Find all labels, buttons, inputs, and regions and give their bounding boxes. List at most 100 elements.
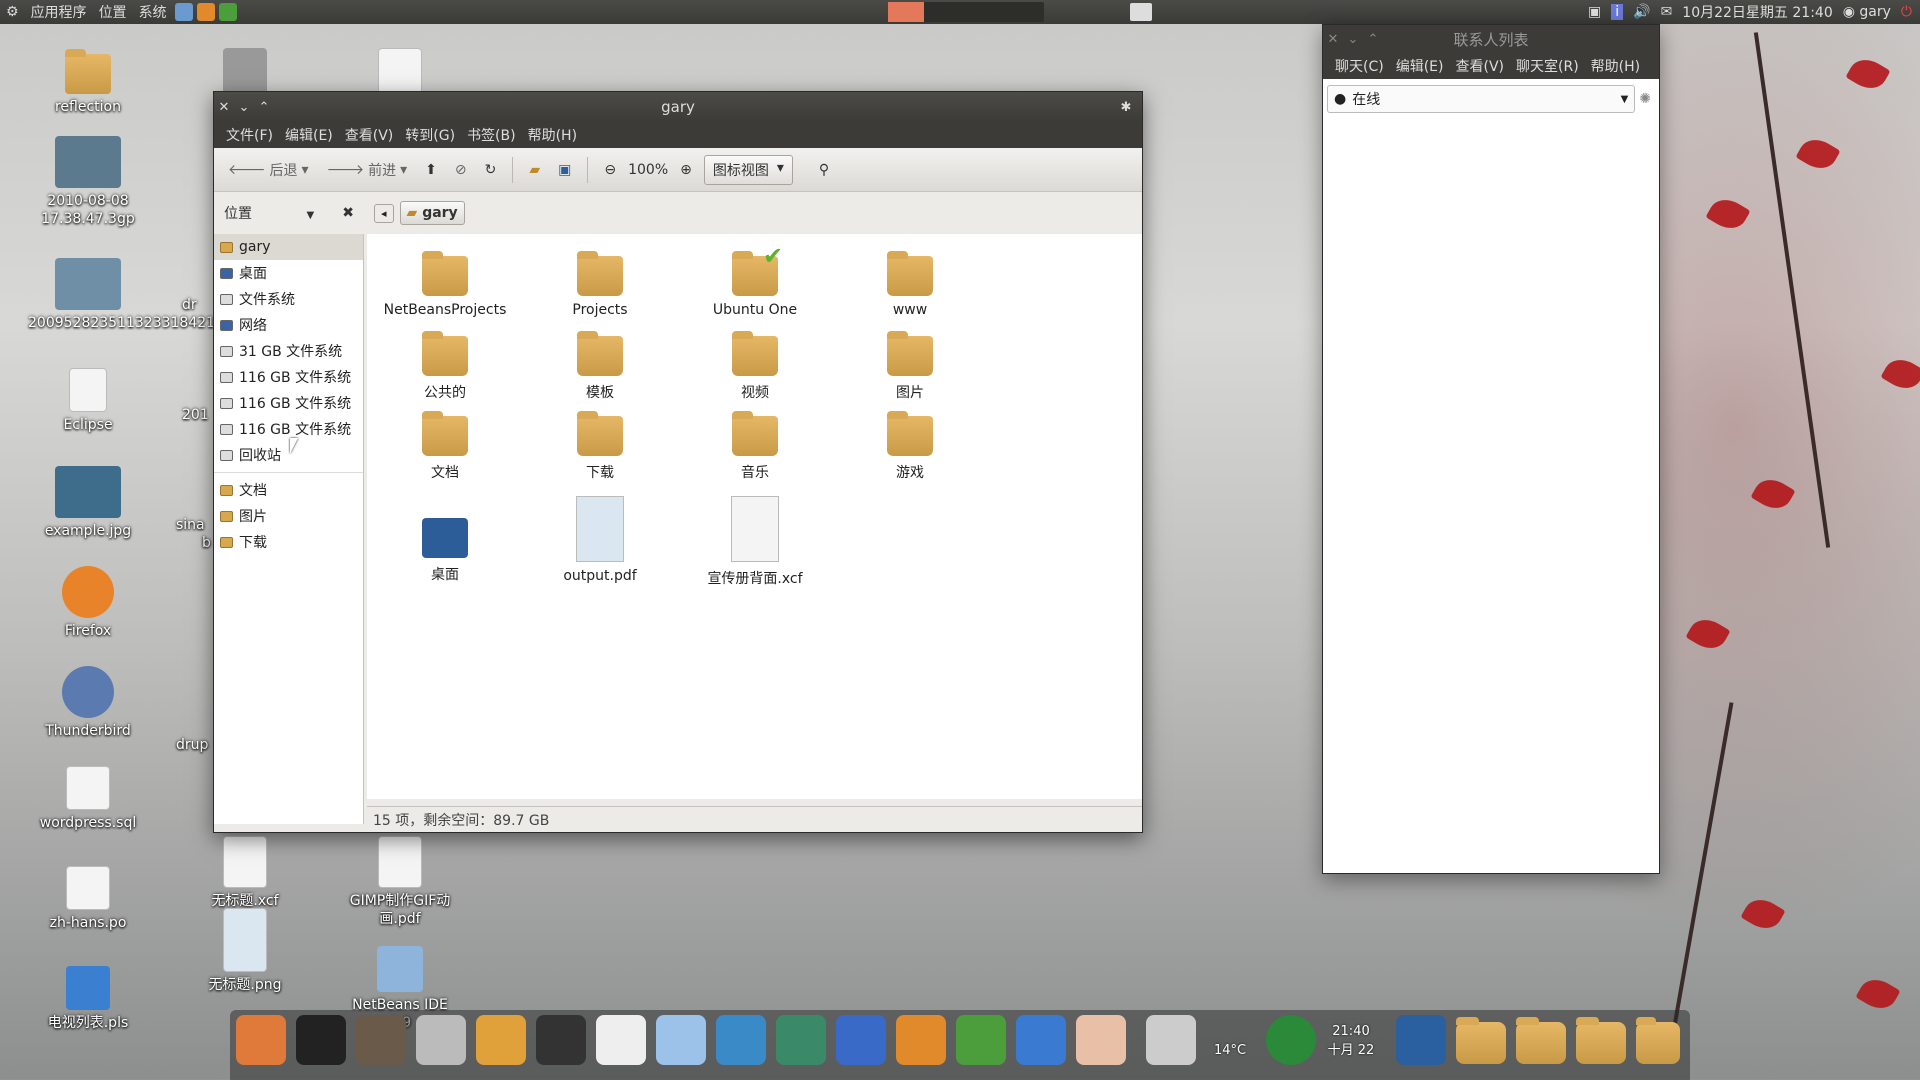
desktop-icon-image[interactable]: 200952823511323318421.jpg bbox=[28, 258, 241, 332]
minimize-button[interactable]: ⌄ bbox=[234, 100, 254, 115]
netbeans-icon[interactable] bbox=[656, 1015, 706, 1065]
system-menu[interactable]: 系统 bbox=[133, 2, 173, 22]
calculator-icon[interactable] bbox=[416, 1015, 466, 1065]
netbeans-launcher-icon[interactable] bbox=[174, 3, 193, 21]
menu-room[interactable]: 聊天室(R) bbox=[1510, 56, 1585, 76]
breadcrumb[interactable]: ▰ gary bbox=[399, 201, 465, 225]
weather-widget[interactable]: 14°C bbox=[1206, 1015, 1256, 1065]
menu-edit[interactable]: 编辑(E) bbox=[279, 125, 339, 145]
menu-view[interactable]: 查看(V) bbox=[1449, 56, 1510, 76]
file-item[interactable]: 游戏 bbox=[840, 411, 980, 482]
presence-select[interactable]: ● 在线 ▼ bbox=[1327, 85, 1636, 113]
menu-help[interactable]: 帮助(H) bbox=[522, 125, 583, 145]
sidebar-item-volume[interactable]: 31 GB 文件系统 bbox=[214, 338, 363, 364]
writer-icon[interactable] bbox=[836, 1015, 886, 1065]
sidebar-item-volume[interactable]: 116 GB 文件系统 bbox=[214, 416, 363, 442]
info-icon[interactable]: i bbox=[1611, 4, 1624, 20]
documents-folder-icon[interactable] bbox=[1456, 1017, 1506, 1064]
menu-bookmarks[interactable]: 书签(B) bbox=[461, 125, 522, 145]
menu-chat[interactable]: 聊天(C) bbox=[1329, 56, 1390, 76]
workspace-1[interactable] bbox=[888, 2, 924, 22]
desktop-icon-untitled-xcf[interactable]: 无标题.xcf bbox=[185, 836, 305, 910]
indicator-icon[interactable]: ▣ bbox=[1588, 4, 1601, 20]
terminal-icon[interactable] bbox=[296, 1015, 346, 1065]
gnome-icon[interactable] bbox=[1016, 1015, 1066, 1065]
menu-go[interactable]: 转到(G) bbox=[399, 125, 461, 145]
paint-icon[interactable] bbox=[476, 1015, 526, 1065]
file-item[interactable]: NetBeansProjects bbox=[375, 251, 515, 318]
dock-clock[interactable]: 21:40 十月 22 bbox=[1326, 1024, 1376, 1058]
menu-view[interactable]: 查看(V) bbox=[339, 125, 400, 145]
menu-help[interactable]: 帮助(H) bbox=[1585, 56, 1646, 76]
desktop-icon-zh-hans[interactable]: zh-hans.po bbox=[28, 866, 148, 932]
camera-icon[interactable] bbox=[536, 1015, 586, 1065]
path-left-arrow[interactable]: ◂ bbox=[374, 203, 394, 223]
file-item[interactable]: 模板 bbox=[530, 331, 670, 402]
user-menu[interactable]: ◉ gary bbox=[1843, 4, 1891, 20]
reload-icon[interactable]: ↻ bbox=[479, 158, 503, 182]
file-item[interactable]: 下载 bbox=[530, 411, 670, 482]
close-sidebar-icon[interactable]: ✖ bbox=[342, 205, 354, 221]
ubuntu-logo-icon[interactable]: ⚙ bbox=[0, 4, 25, 20]
firefox-icon[interactable] bbox=[896, 1015, 946, 1065]
chrome-launcher-icon[interactable] bbox=[218, 3, 237, 21]
shell-icon[interactable] bbox=[1076, 1015, 1126, 1065]
desktop-icon-wordpress[interactable]: wordpress.sql bbox=[28, 766, 148, 832]
desktop-icon-untitled-png[interactable]: 无标题.png bbox=[185, 908, 305, 994]
home-folder-icon[interactable] bbox=[1636, 1017, 1680, 1064]
speaker-icon[interactable] bbox=[356, 1015, 406, 1065]
sidebar-item-volume[interactable]: 116 GB 文件系统 bbox=[214, 364, 363, 390]
desktop-icon-firefox[interactable]: Firefox bbox=[28, 566, 148, 640]
file-view[interactable]: NetBeansProjects Projects ✔ Ubuntu One ww… bbox=[367, 234, 1142, 799]
file-item[interactable]: 视频 bbox=[685, 331, 825, 402]
maximize-button[interactable]: ⌃ bbox=[254, 100, 274, 115]
file-item[interactable]: www bbox=[840, 251, 980, 318]
sidebar-item-pictures[interactable]: 图片 bbox=[214, 503, 363, 529]
file-item[interactable]: 宣传册背面.xcf bbox=[685, 496, 825, 588]
maximize-button[interactable]: ⌃ bbox=[1363, 32, 1383, 47]
sidebar-select[interactable]: 位置 ▼ bbox=[224, 203, 314, 223]
network-status-icon[interactable] bbox=[1266, 1015, 1316, 1065]
applications-menu[interactable]: 应用程序 bbox=[25, 2, 93, 22]
show-desktop-icon[interactable] bbox=[1130, 3, 1152, 21]
desktop-icon-video[interactable]: 2010-08-08 17.38.47.3gp bbox=[28, 136, 148, 228]
home-folder-icon[interactable]: ▰ bbox=[523, 158, 546, 182]
file-item[interactable]: 图片 bbox=[840, 331, 980, 402]
chrome-icon[interactable] bbox=[956, 1015, 1006, 1065]
file-item[interactable]: 文档 bbox=[375, 411, 515, 482]
downloads-folder-icon[interactable] bbox=[1576, 1017, 1626, 1064]
sidebar-item-volume[interactable]: 116 GB 文件系统 bbox=[214, 390, 363, 416]
file-item[interactable]: Projects bbox=[530, 251, 670, 318]
desktop-icon-reflection[interactable]: reflection bbox=[28, 48, 148, 116]
sidebar-item-downloads[interactable]: 下载 bbox=[214, 529, 363, 555]
anchor-icon[interactable] bbox=[236, 1015, 286, 1065]
power-icon[interactable]: ⏻ bbox=[1901, 4, 1912, 20]
desktop-icon-example[interactable]: example.jpg bbox=[28, 466, 148, 540]
search-icon[interactable]: ⚲ bbox=[813, 158, 835, 182]
spreadsheet-icon[interactable] bbox=[776, 1015, 826, 1065]
sidebar-item-documents[interactable]: 文档 bbox=[214, 477, 363, 503]
file-item[interactable]: 音乐 bbox=[685, 411, 825, 482]
places-menu[interactable]: 位置 bbox=[93, 2, 133, 22]
trash-icon[interactable] bbox=[1146, 1015, 1196, 1065]
minimize-button[interactable]: ⌄ bbox=[1343, 32, 1363, 47]
pin-icon[interactable]: ✱ bbox=[1116, 100, 1136, 115]
zoom-in-icon[interactable]: ⊕ bbox=[674, 158, 698, 182]
file-item[interactable]: ✔ Ubuntu One bbox=[685, 242, 825, 318]
close-button[interactable]: ✕ bbox=[214, 100, 234, 115]
sidebar-item-home[interactable]: gary bbox=[214, 234, 363, 260]
desktop-icon-eclipse[interactable]: Eclipse bbox=[28, 368, 148, 434]
sidebar-item-trash[interactable]: 回收站 bbox=[214, 442, 363, 468]
desktop-icon-thunderbird[interactable]: Thunderbird bbox=[28, 666, 148, 740]
computer-icon[interactable]: ▣ bbox=[552, 158, 577, 182]
desktop-icon-playlist[interactable]: 电视列表.pls bbox=[28, 966, 148, 1032]
desktop-icon-gimp-pdf[interactable]: GIMP制作GIF动画.pdf bbox=[340, 836, 460, 928]
menu-file[interactable]: 文件(F) bbox=[220, 125, 279, 145]
back-button[interactable]: 🡐 后退 ▾ bbox=[222, 156, 315, 184]
file-item[interactable]: 桌面 bbox=[375, 518, 515, 584]
firefox-launcher-icon[interactable] bbox=[196, 3, 215, 21]
forward-button[interactable]: 🡒 前进 ▾ bbox=[321, 156, 414, 184]
monitor-icon[interactable] bbox=[1396, 1015, 1446, 1065]
menu-edit[interactable]: 编辑(E) bbox=[1390, 56, 1450, 76]
volume-icon[interactable]: 🔊 bbox=[1633, 4, 1650, 20]
